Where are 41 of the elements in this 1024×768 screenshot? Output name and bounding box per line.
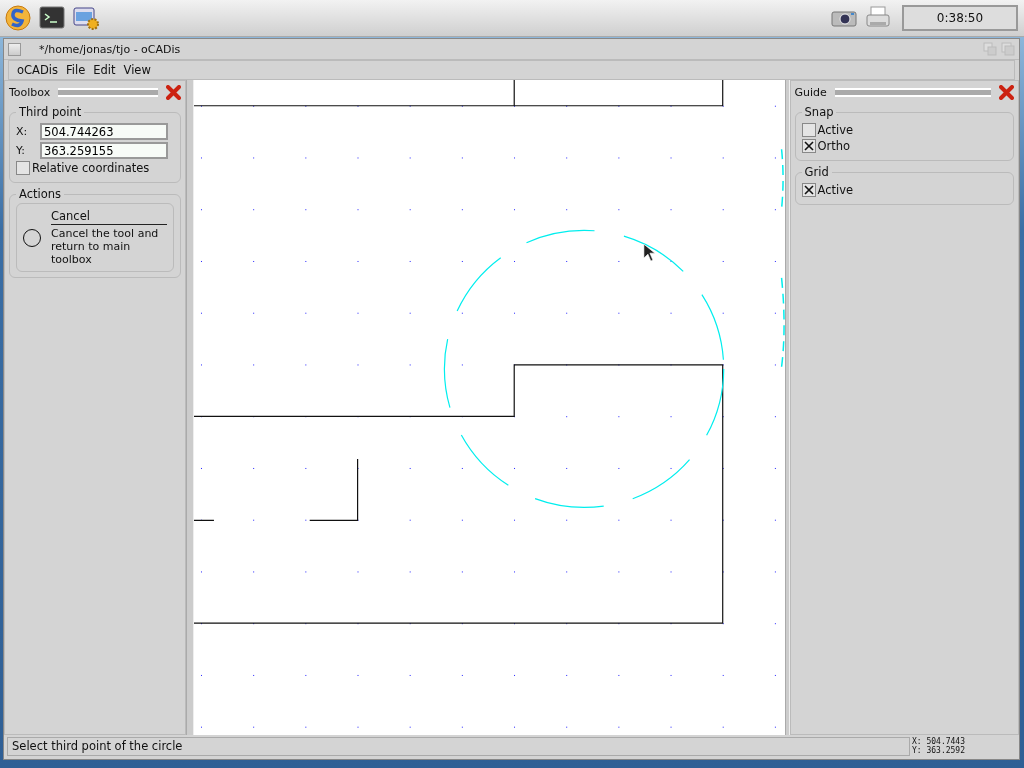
menu-item[interactable]: Edit xyxy=(89,63,120,77)
group-title: Actions xyxy=(18,187,62,201)
panel-title: Guide xyxy=(794,85,827,99)
checkbox[interactable] xyxy=(801,123,816,137)
action-description: Cancel the tool and return to main toolbox xyxy=(51,226,160,266)
panel-title: Toolbox xyxy=(9,85,51,99)
cursor-y: Y: 363.2592 xyxy=(912,746,966,755)
pointer-icon xyxy=(643,243,656,262)
checkbox-label[interactable]: Ortho xyxy=(817,139,851,153)
group-title: Snap xyxy=(803,105,835,119)
close-icon[interactable] xyxy=(999,84,1014,100)
group-title: Third point xyxy=(18,105,83,119)
checkbox[interactable] xyxy=(801,139,816,153)
field-label: X: xyxy=(16,125,29,138)
clock: 0:38:50 xyxy=(902,5,1018,31)
checkbox-label[interactable]: Active xyxy=(817,183,854,197)
settings-icon[interactable] xyxy=(72,4,100,32)
drag-handle[interactable] xyxy=(58,87,158,97)
window-title: */home/jonas/tjo - oCADis xyxy=(39,42,181,56)
action-title: Cancel xyxy=(51,209,167,225)
window-menu-button[interactable] xyxy=(8,42,21,56)
cursor-x: X: 504.7443 xyxy=(912,737,966,746)
terminal-icon[interactable] xyxy=(38,4,66,32)
group-title: Grid xyxy=(803,165,830,179)
close-icon[interactable] xyxy=(166,84,181,100)
field-label: Y: xyxy=(16,144,26,157)
logo-icon[interactable] xyxy=(4,4,32,32)
coordinate-field[interactable]: 363.259155 xyxy=(40,142,168,159)
drag-handle[interactable] xyxy=(834,87,991,97)
checkbox[interactable] xyxy=(16,161,30,175)
action-button[interactable]: Cancel Cancel the tool and return to main toolbox xyxy=(16,203,174,272)
menu-item[interactable]: oCADis xyxy=(13,63,62,77)
menu-item[interactable]: View xyxy=(119,63,155,77)
checkbox[interactable] xyxy=(801,183,816,197)
splitter-handle[interactable] xyxy=(186,80,194,735)
status-message: Select third point of the circle xyxy=(7,736,910,756)
splitter-handle[interactable] xyxy=(784,80,790,735)
menu-item[interactable]: File xyxy=(62,63,90,77)
checkbox-label[interactable]: Relative coordinates xyxy=(32,161,150,175)
checkbox-label[interactable]: Active xyxy=(817,123,854,137)
coordinate-field[interactable]: 504.744263 xyxy=(40,123,168,140)
